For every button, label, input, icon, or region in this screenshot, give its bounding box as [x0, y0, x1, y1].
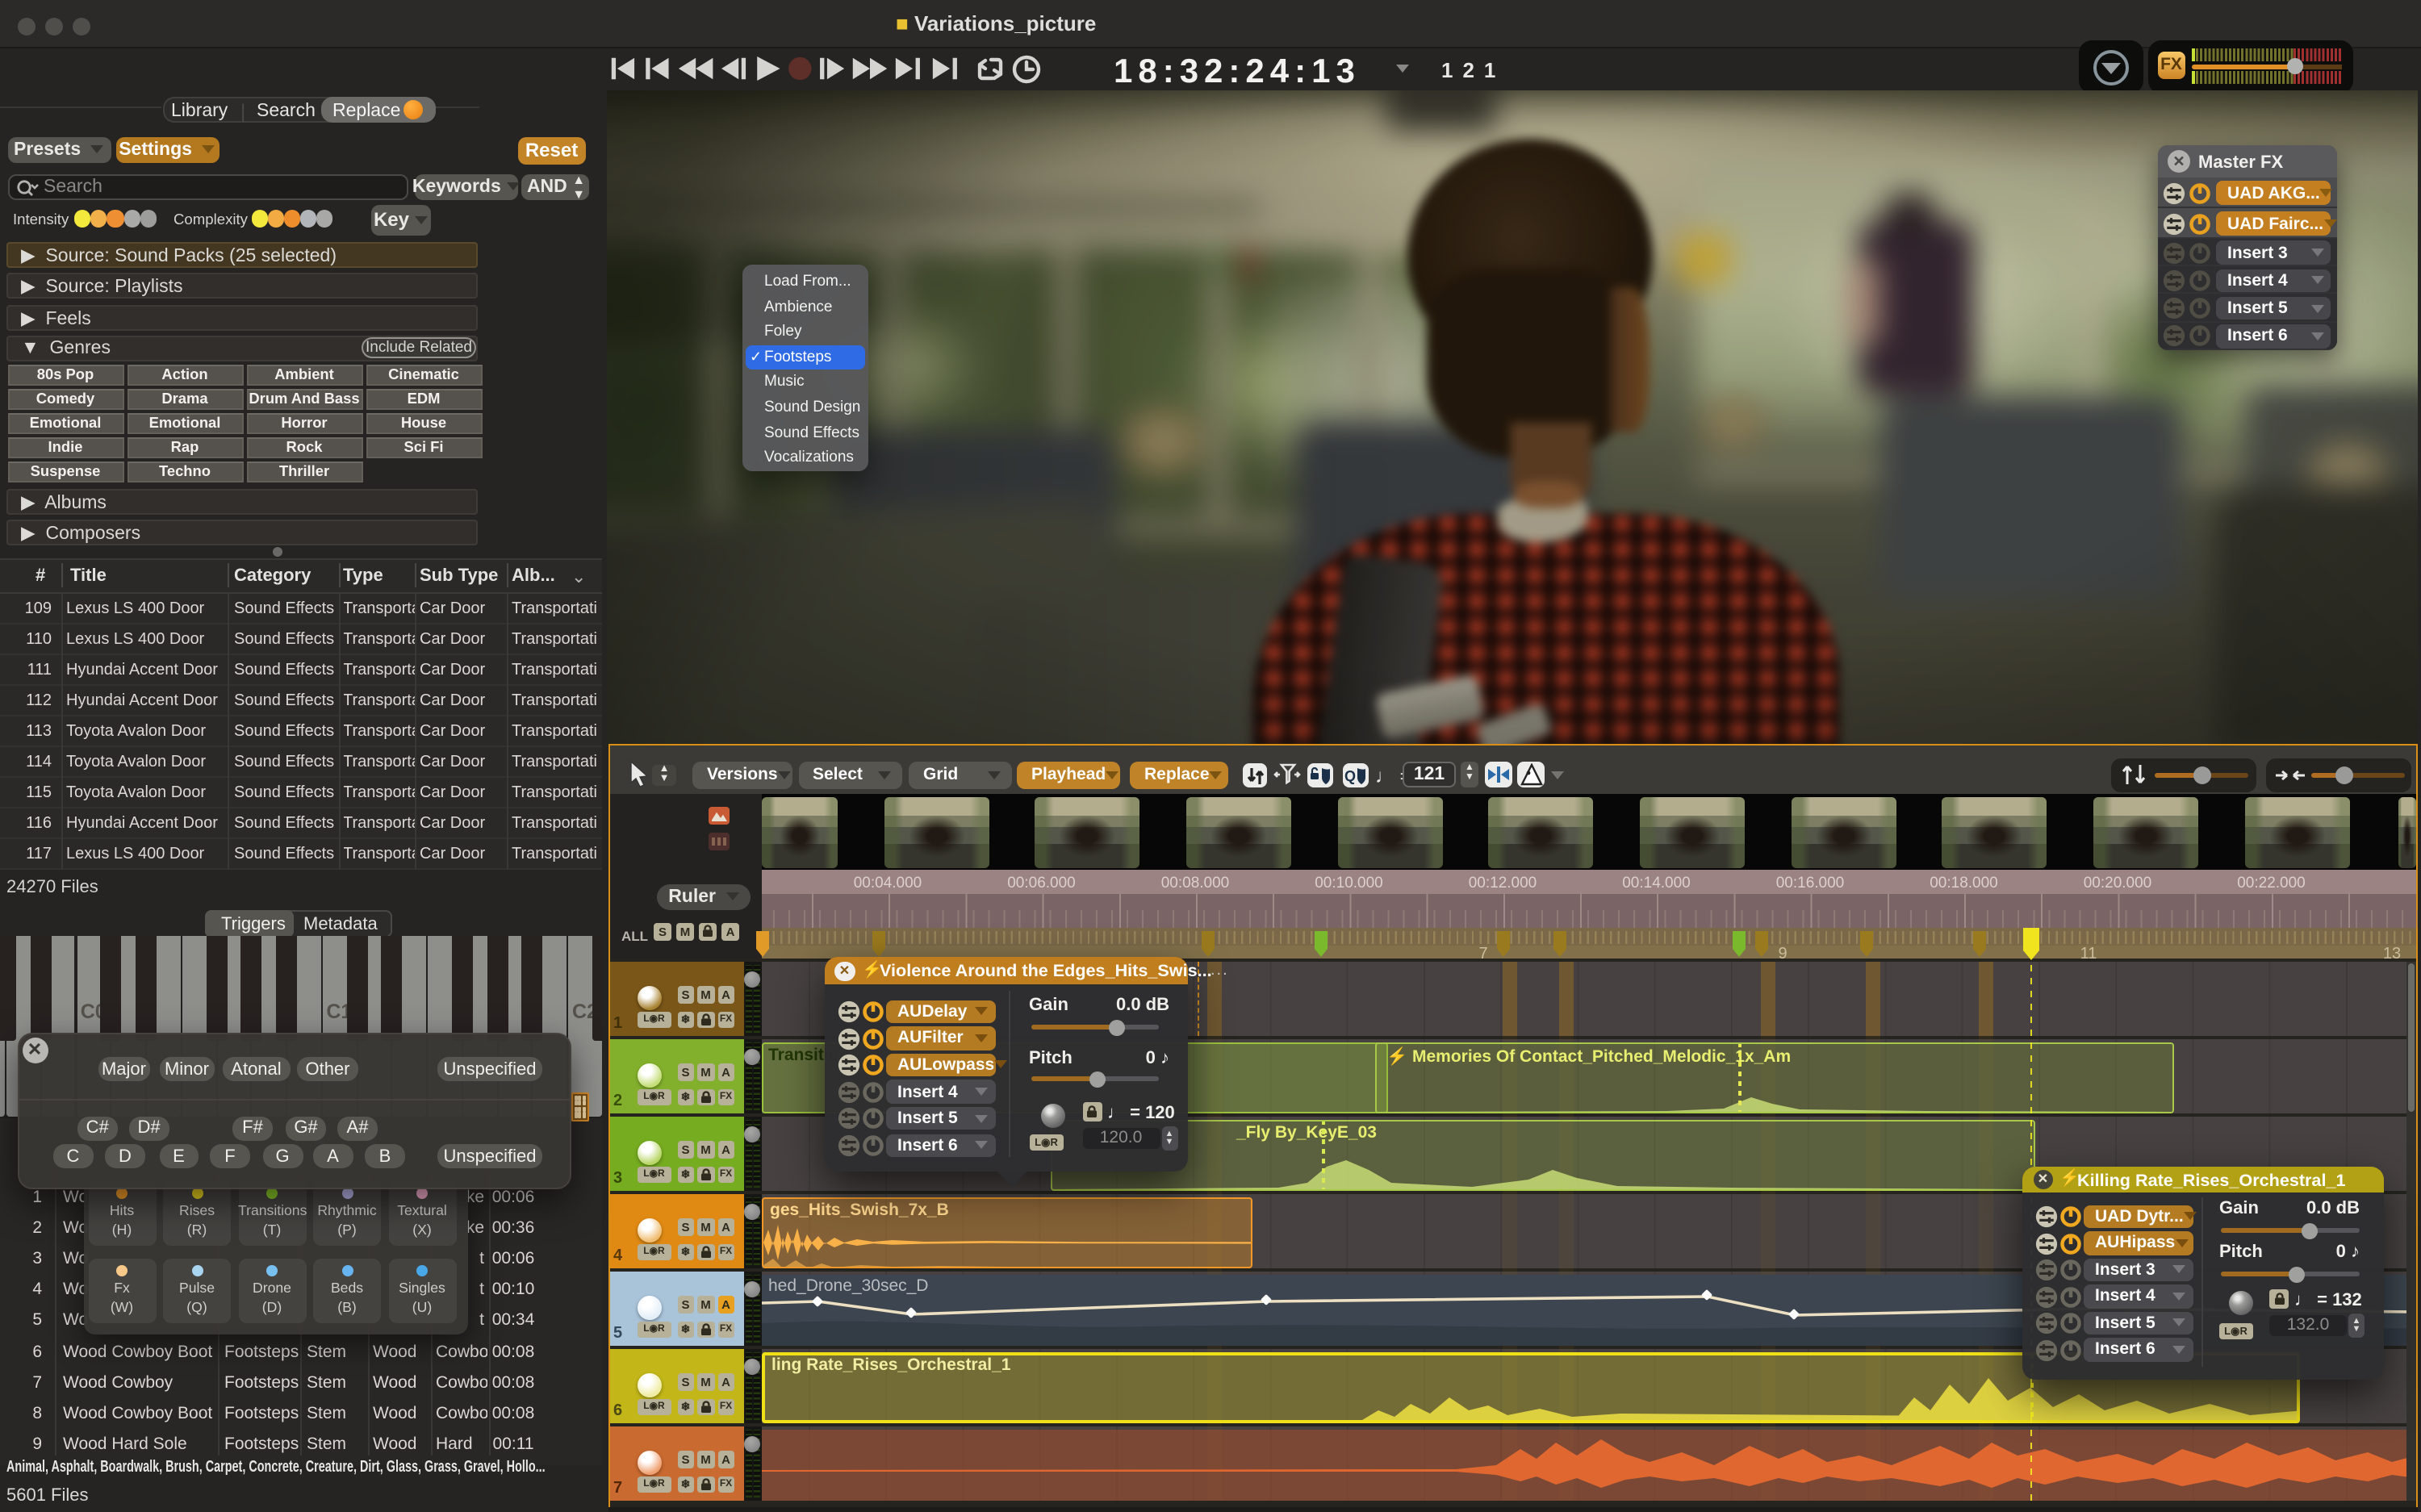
- svg-text:Q: Q: [1344, 767, 1355, 783]
